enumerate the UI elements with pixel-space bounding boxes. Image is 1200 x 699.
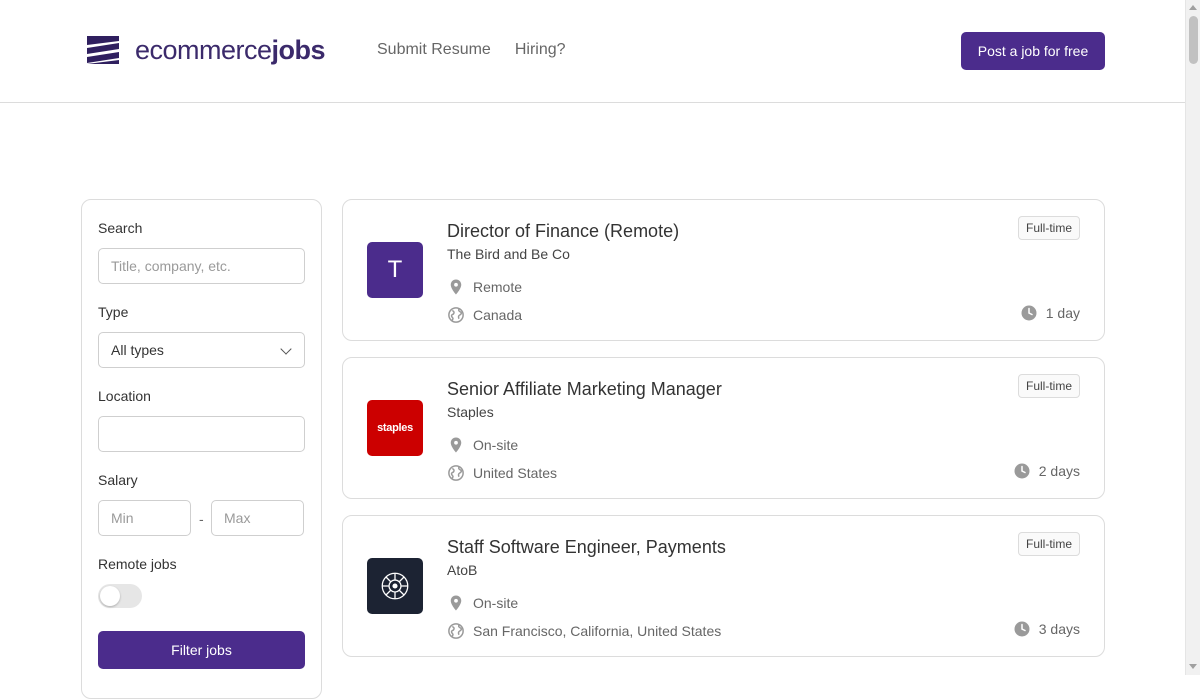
job-type-badge: Full-time	[1017, 216, 1080, 240]
workplace-row: On-site	[447, 594, 518, 612]
posted-age-text: 2 days	[1038, 463, 1080, 479]
map-pin-icon	[450, 279, 462, 295]
posted-age: 1 day	[1020, 304, 1080, 322]
site-logo[interactable]: ecommercejobs	[87, 34, 326, 66]
posted-age: 3 days	[1013, 620, 1080, 638]
workplace-text: Remote	[473, 279, 523, 295]
company-logo-letter: T	[387, 256, 403, 283]
chevron-down-icon	[280, 343, 292, 355]
salary-label: Salary	[98, 472, 138, 488]
company-logo: staples	[367, 400, 423, 456]
main-nav: Submit Resume Hiring?	[377, 40, 566, 60]
logo-wordmark: ecommercejobs	[135, 34, 326, 66]
posted-age-text: 3 days	[1038, 621, 1080, 637]
type-label: Type	[98, 304, 129, 320]
scroll-up-arrow-icon[interactable]	[1189, 5, 1197, 10]
logo-wordmark-bold: jobs	[271, 35, 326, 65]
clock-icon	[1021, 305, 1037, 321]
company-name: Staples	[447, 404, 494, 420]
salary-separator: -	[199, 511, 204, 527]
workplace-text: On-site	[473, 595, 519, 611]
job-title[interactable]: Director of Finance (Remote)	[447, 220, 679, 242]
salary-min-input[interactable]	[98, 500, 191, 536]
job-type-badge: Full-time	[1017, 374, 1080, 398]
page-scrollbar[interactable]	[1185, 0, 1200, 675]
job-card[interactable]: staples Senior Affiliate Marketing Manag…	[342, 357, 1105, 499]
location-text: San Francisco, California, United States	[473, 623, 722, 639]
atob-emblem-icon	[381, 572, 409, 600]
location-input[interactable]	[98, 416, 305, 452]
map-pin-icon	[450, 437, 462, 453]
search-label: Search	[98, 220, 143, 236]
job-card[interactable]: Staff Software Engineer, Payments AtoB O…	[342, 515, 1105, 657]
job-title[interactable]: Staff Software Engineer, Payments	[447, 536, 726, 558]
site-header: ecommercejobs Submit Resume Hiring? Post…	[0, 0, 1185, 103]
job-filters-panel: Search Type All types Location Salary - …	[81, 199, 322, 699]
job-type-badge: Full-time	[1017, 532, 1080, 556]
nav-submit-resume[interactable]: Submit Resume	[377, 40, 491, 60]
toggle-knob	[100, 586, 120, 606]
company-name: The Bird and Be Co	[447, 246, 570, 262]
location-row: San Francisco, California, United States	[447, 622, 721, 640]
posted-age: 2 days	[1013, 462, 1080, 480]
filter-jobs-button[interactable]: Filter jobs	[98, 631, 305, 669]
remote-jobs-label: Remote jobs	[98, 556, 177, 572]
scroll-down-arrow-icon[interactable]	[1189, 664, 1197, 669]
remote-jobs-toggle[interactable]	[98, 584, 142, 608]
type-select-value: All types	[111, 342, 164, 358]
globe-icon	[448, 623, 464, 639]
location-row: United States	[447, 464, 557, 482]
clock-icon	[1014, 621, 1030, 637]
post-job-button[interactable]: Post a job for free	[961, 32, 1105, 70]
logo-mark-icon	[87, 36, 119, 64]
location-text: Canada	[473, 307, 523, 323]
location-text: United States	[473, 465, 558, 481]
map-pin-icon	[450, 595, 462, 611]
workplace-row: On-site	[447, 436, 518, 454]
nav-hiring[interactable]: Hiring?	[515, 40, 566, 60]
logo-wordmark-light: ecommerce	[135, 35, 272, 65]
type-select[interactable]: All types	[98, 332, 305, 368]
globe-icon	[448, 465, 464, 481]
atob-logo	[367, 558, 423, 614]
location-label: Location	[98, 388, 151, 404]
staples-logo-text: staples	[377, 422, 413, 434]
company-name: AtoB	[447, 562, 478, 578]
clock-icon	[1014, 463, 1030, 479]
posted-age-text: 1 day	[1045, 305, 1080, 321]
job-card[interactable]: T Director of Finance (Remote) The Bird …	[342, 199, 1105, 341]
job-title[interactable]: Senior Affiliate Marketing Manager	[447, 378, 722, 400]
scroll-thumb[interactable]	[1189, 16, 1198, 64]
salary-max-input[interactable]	[211, 500, 304, 536]
globe-icon	[448, 307, 464, 323]
workplace-text: On-site	[473, 437, 519, 453]
location-row: Canada	[447, 306, 522, 324]
workplace-row: Remote	[447, 278, 522, 296]
search-input[interactable]	[98, 248, 305, 284]
company-logo: T	[367, 242, 423, 298]
